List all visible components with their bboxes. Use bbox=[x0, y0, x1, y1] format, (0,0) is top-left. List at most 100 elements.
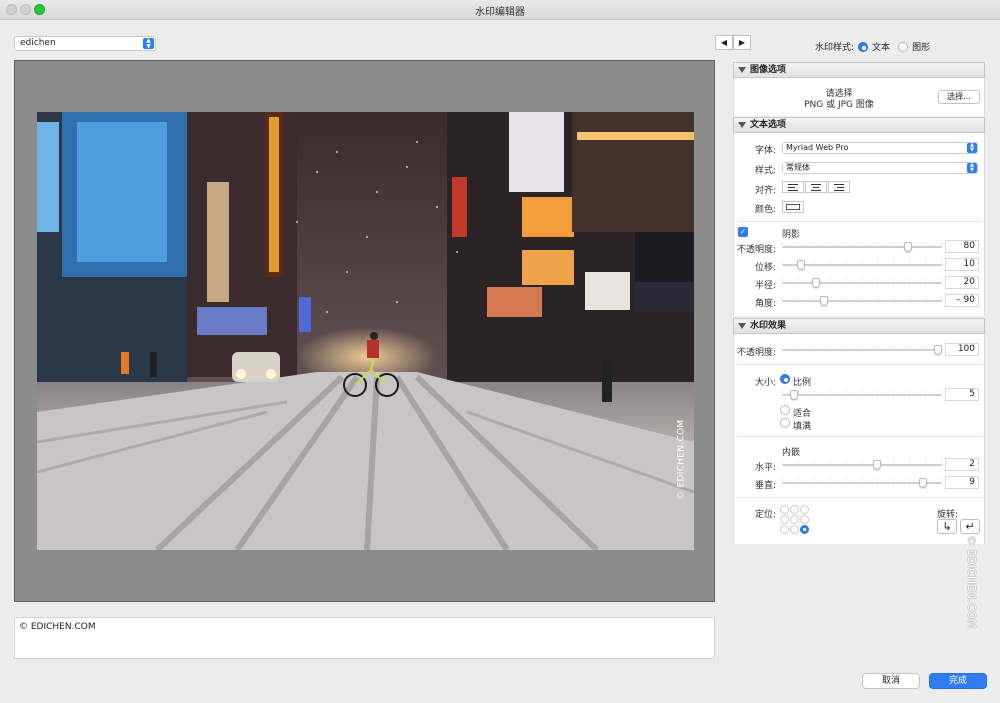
size-fill-radio[interactable] bbox=[780, 418, 790, 428]
rotate-clockwise-button[interactable]: ↳ bbox=[937, 519, 957, 534]
slider-tick bbox=[862, 279, 863, 281]
image-options-header[interactable]: 图像选项 bbox=[733, 62, 985, 78]
slider-knob[interactable] bbox=[790, 390, 798, 400]
cancel-button[interactable]: 取消 bbox=[862, 673, 920, 689]
text-color-well[interactable] bbox=[782, 201, 804, 213]
size-label: 大小: bbox=[754, 378, 776, 388]
slider-tick bbox=[782, 479, 783, 481]
watermark-effects-section: 不透明度: 100 大小: 比例 5 适合 填满 内嵌 水平: 2 垂直: 9 … bbox=[733, 334, 985, 544]
anchor-top-right[interactable] bbox=[800, 505, 809, 514]
size-scale-slider[interactable] bbox=[782, 390, 942, 400]
shadow-label: 阴影 bbox=[782, 230, 801, 240]
slider-tick bbox=[909, 279, 910, 281]
slider-tick bbox=[893, 243, 894, 245]
text-options-header[interactable]: 文本选项 bbox=[733, 117, 985, 133]
inset-label: 内嵌 bbox=[782, 448, 801, 458]
window-title: 水印编辑器 bbox=[475, 7, 525, 18]
style-text-label: 文本 bbox=[872, 43, 891, 53]
watermark-style-label: 水印样式: bbox=[815, 43, 855, 53]
anchor-top-center[interactable] bbox=[790, 505, 799, 514]
anchor-middle-right[interactable] bbox=[800, 515, 809, 524]
slider-tick bbox=[877, 391, 878, 393]
text-options-section: 字体: Myriad Web Pro ▲ ▼ 样式: 常规体 ▲ ▼ 对齐: 颜色:… bbox=[733, 133, 985, 316]
slider-tick bbox=[941, 391, 942, 393]
slider-tick bbox=[925, 297, 926, 299]
slider-tick bbox=[925, 461, 926, 463]
slider-knob[interactable] bbox=[934, 345, 942, 355]
slider-tick bbox=[941, 297, 942, 299]
slider-knob[interactable] bbox=[812, 278, 820, 288]
shadow-angle-slider[interactable] bbox=[782, 296, 942, 306]
slider-tick bbox=[798, 243, 799, 245]
anchor-bottom-center[interactable] bbox=[790, 525, 799, 534]
choose-image-button[interactable]: 选择... bbox=[938, 90, 980, 104]
slider-knob[interactable] bbox=[873, 460, 881, 470]
align-right-button[interactable] bbox=[828, 181, 850, 193]
slider-tick bbox=[846, 261, 847, 263]
slider-tick bbox=[925, 279, 926, 281]
slider-tick bbox=[798, 279, 799, 281]
anchor-label: 定位: bbox=[754, 510, 776, 520]
horizontal-inset-slider[interactable] bbox=[782, 460, 942, 470]
horizontal-inset-value[interactable]: 2 bbox=[945, 458, 979, 471]
preset-select[interactable]: edichen ▲ ▼ bbox=[14, 36, 156, 51]
shadow-checkbox[interactable]: ✓ bbox=[738, 227, 748, 237]
slider-tick bbox=[830, 461, 831, 463]
slider-tick bbox=[814, 479, 815, 481]
slider-tick bbox=[941, 461, 942, 463]
shadow-radius-slider[interactable] bbox=[782, 278, 942, 288]
style-graphic-radio[interactable] bbox=[898, 41, 909, 52]
shadow-offset-value[interactable]: 10 bbox=[945, 258, 979, 271]
watermark-effects-header[interactable]: 水印效果 bbox=[733, 318, 985, 334]
vertical-inset-value[interactable]: 9 bbox=[945, 476, 979, 489]
watermark-text-input[interactable]: © EDICHEN.COM bbox=[14, 617, 715, 659]
align-center-button[interactable] bbox=[805, 181, 827, 193]
vertical-inset-slider[interactable] bbox=[782, 478, 942, 488]
slider-tick bbox=[830, 261, 831, 263]
slider-knob[interactable] bbox=[820, 296, 828, 306]
effect-opacity-value[interactable]: 100 bbox=[945, 343, 979, 356]
done-button[interactable]: 完成 bbox=[929, 673, 987, 689]
slider-tick bbox=[909, 461, 910, 463]
anchor-center[interactable] bbox=[790, 515, 799, 524]
anchor-bottom-left[interactable] bbox=[780, 525, 789, 534]
shadow-angle-value[interactable]: – 90 bbox=[945, 294, 979, 307]
size-proportional-radio[interactable] bbox=[780, 374, 790, 384]
anchor-top-left[interactable] bbox=[780, 505, 789, 514]
slider-tick bbox=[925, 391, 926, 393]
anchor-middle-left[interactable] bbox=[780, 515, 789, 524]
align-left-button[interactable] bbox=[782, 181, 804, 193]
chevron-updown-icon: ▲ ▼ bbox=[967, 143, 977, 153]
anchor-bottom-right[interactable] bbox=[800, 525, 809, 534]
size-scale-value[interactable]: 5 bbox=[945, 388, 979, 401]
slider-tick bbox=[830, 279, 831, 281]
slider-tick bbox=[862, 297, 863, 299]
size-fit-radio[interactable] bbox=[780, 405, 790, 415]
section-divider bbox=[738, 221, 982, 222]
shadow-offset-label: 位移: bbox=[754, 263, 776, 273]
style-text-radio[interactable] bbox=[858, 41, 869, 52]
rotate-counterclockwise-button[interactable]: ↵ bbox=[960, 519, 980, 534]
shadow-radius-label: 半径: bbox=[754, 281, 776, 291]
effect-opacity-label: 不透明度: bbox=[736, 348, 776, 358]
next-image-button[interactable]: ▶ bbox=[733, 35, 751, 50]
slider-knob[interactable] bbox=[919, 478, 927, 488]
slider-knob[interactable] bbox=[904, 242, 912, 252]
shadow-opacity-value[interactable]: 80 bbox=[945, 240, 979, 253]
slider-tick bbox=[782, 243, 783, 245]
slider-tick bbox=[798, 297, 799, 299]
style-graphic-label: 图形 bbox=[912, 43, 931, 53]
prev-image-button[interactable]: ◀ bbox=[715, 35, 733, 50]
slider-knob[interactable] bbox=[797, 260, 805, 270]
shadow-offset-slider[interactable] bbox=[782, 260, 942, 270]
font-select[interactable]: Myriad Web Pro ▲ ▼ bbox=[782, 142, 978, 154]
triangle-right-icon: ▶ bbox=[738, 38, 746, 47]
size-proportional-label: 比例 bbox=[793, 378, 812, 388]
shadow-opacity-slider[interactable] bbox=[782, 242, 942, 252]
effect-opacity-slider[interactable] bbox=[782, 345, 942, 355]
font-style-select[interactable]: 常规体 ▲ ▼ bbox=[782, 162, 978, 174]
shadow-radius-value[interactable]: 20 bbox=[945, 276, 979, 289]
font-value: Myriad Web Pro bbox=[786, 143, 849, 152]
size-fill-label: 填满 bbox=[793, 422, 812, 432]
slider-tick bbox=[830, 479, 831, 481]
